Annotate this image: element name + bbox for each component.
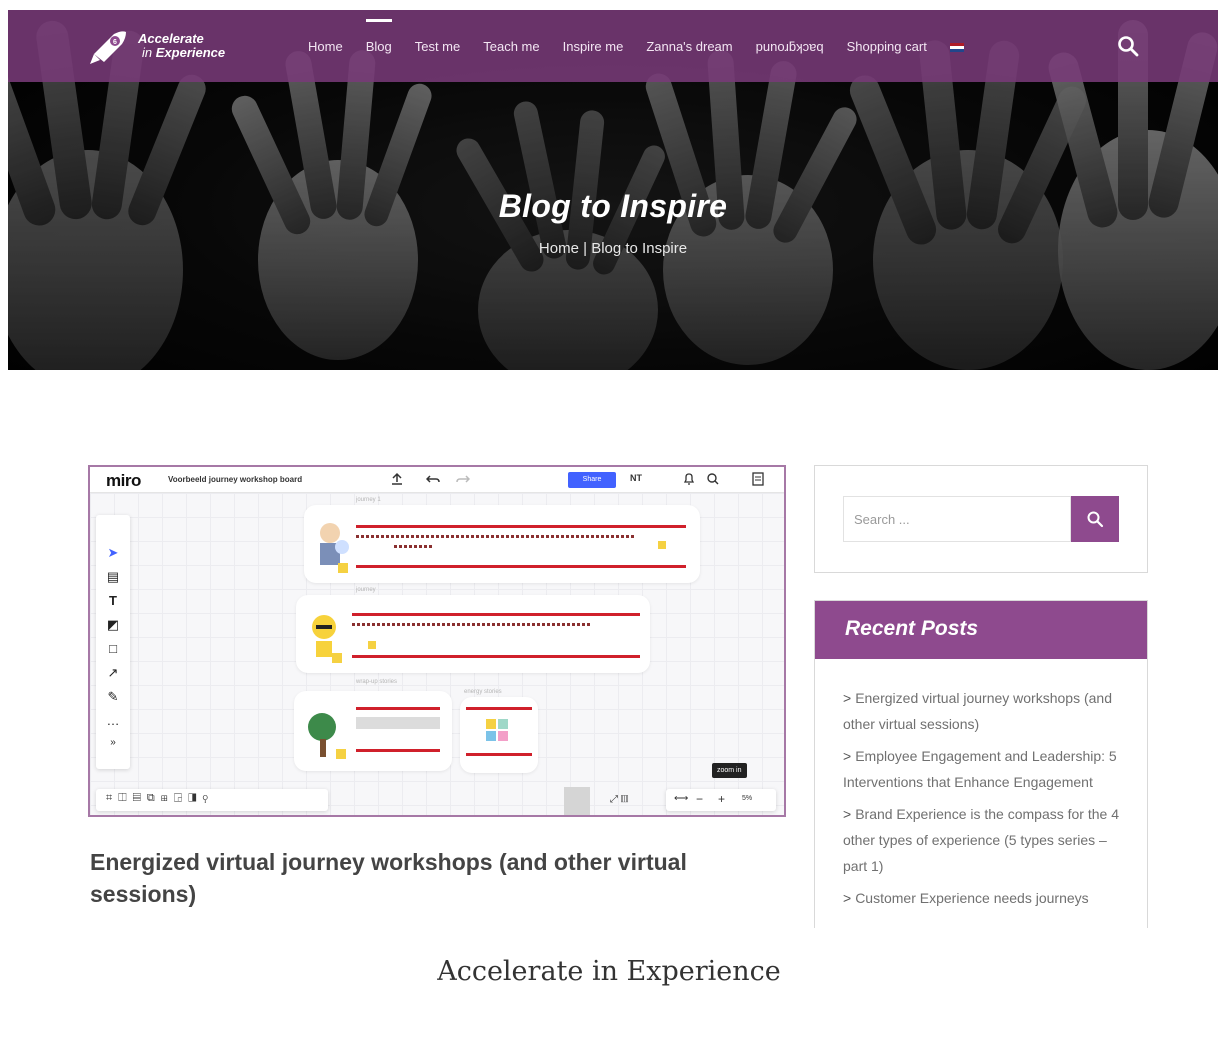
svg-text:6: 6	[113, 39, 117, 46]
miro-logo: miro	[106, 471, 141, 490]
frame-label-3: wrap-up stories	[356, 679, 398, 685]
image-caption: Accelerate in Experience	[437, 956, 781, 987]
site-logo[interactable]: 6 Accelerate in Experience	[88, 24, 248, 68]
text-icon: T	[109, 593, 117, 608]
energy-frame	[460, 697, 538, 773]
recent-post-link[interactable]: > Employee Engagement and Leadership: 5 I…	[843, 743, 1125, 795]
arrow-icon: ↗	[107, 665, 119, 680]
fit-icon: ⟷	[674, 793, 689, 804]
miro-left-toolbar: ➤ ▤ T ◩ □ ↗ ✎ … »	[96, 515, 130, 769]
zoom-in-icon: +	[718, 792, 726, 806]
chevron-right-icon: >	[843, 890, 852, 906]
brand-line-2-word: Experience	[155, 45, 226, 60]
flag-icon[interactable]	[949, 42, 964, 52]
template-icon: ▤	[106, 569, 120, 584]
recent-post-label: Customer Experience needs journeys	[855, 890, 1089, 906]
miro-share-button: Share	[568, 472, 616, 488]
post-title[interactable]: Energized virtual journey workshops (and…	[90, 846, 750, 910]
shape-icon: □	[109, 641, 117, 656]
miro-user-initials: NT	[630, 473, 642, 483]
hand-tool-icon	[564, 787, 590, 815]
journey-frame-2	[296, 595, 650, 673]
nav-item-home[interactable]: Home	[308, 39, 343, 54]
sticky-note-icon: ◩	[106, 617, 120, 632]
rocket-logo-icon: 6	[90, 31, 126, 64]
brand-line-2: in Experience	[138, 46, 225, 60]
bottom-tools-icon: ⌗◫▤⧉⊞◲◨⚲	[106, 792, 214, 804]
wrap-up-frame	[294, 691, 452, 771]
search-widget	[814, 465, 1148, 573]
undo-icon	[426, 475, 440, 483]
recent-post-link[interactable]: > Brand Experience is the compass for the…	[843, 801, 1125, 879]
nav-item-shopping-cart[interactable]: Shopping cart	[847, 39, 927, 54]
breadcrumb-separator: |	[583, 240, 588, 257]
miro-zoom-controls: ⟷ − + 5%	[666, 789, 776, 811]
recent-post-label: Brand Experience is the compass for the …	[843, 806, 1119, 874]
brand-name: Accelerate in Experience	[138, 32, 225, 60]
search-icon	[1087, 511, 1104, 528]
recent-post-label: Energized virtual journey workshops (and…	[843, 690, 1112, 732]
nav-item-zannas-dream[interactable]: Zanna's dream	[646, 39, 732, 54]
page-screenshot: 6 Accelerate in Experience Home Blog Tes…	[8, 10, 1218, 928]
recent-post-link[interactable]: > Energized virtual journey workshops (an…	[843, 685, 1125, 737]
hero-banner: 6 Accelerate in Experience Home Blog Tes…	[8, 10, 1218, 370]
more-tools-icon: …	[106, 713, 120, 728]
recent-posts-title: Recent Posts	[845, 617, 979, 640]
top-navigation-bar: 6 Accelerate in Experience Home Blog Tes…	[8, 10, 1218, 82]
zoom-level: 5%	[742, 795, 753, 802]
breadcrumb-current: Blog to Inspire	[591, 240, 688, 257]
redo-icon	[456, 475, 470, 483]
bell-icon	[683, 473, 695, 485]
post-featured-image[interactable]: miro Voorbeeld journey workshop board Sh…	[88, 465, 786, 817]
brand-line-2-prefix: in	[142, 45, 153, 60]
miro-search-icon	[707, 473, 719, 485]
page-title: Blog to Inspire	[498, 188, 728, 224]
fullscreen-icon: ⤢ ▥	[610, 794, 629, 805]
recent-post-link[interactable]: > Customer Experience needs journeys	[843, 885, 1125, 911]
frame-label-1: journey 1	[356, 497, 381, 503]
chevron-right-icon: >	[843, 748, 852, 764]
search-input[interactable]	[843, 496, 1071, 542]
nav-item-teach-me[interactable]: Teach me	[483, 39, 539, 54]
recent-posts-list: > Energized virtual journey workshops (an…	[843, 685, 1125, 917]
chevron-right-icon: >	[843, 806, 852, 822]
brand-line-1: Accelerate	[138, 31, 204, 46]
breadcrumb: Home | Blog to Inspire	[8, 240, 1218, 257]
search-submit-button[interactable]	[1071, 496, 1119, 542]
journey-frame-1	[304, 505, 700, 583]
frame-label-4: energy stories	[464, 689, 502, 695]
nav-item-background[interactable]: punoɹƃʞɔɐq	[756, 39, 824, 54]
search-icon[interactable]	[1116, 34, 1140, 58]
miro-board-name: Voorbeeld journey workshop board	[168, 475, 303, 484]
upload-icon	[392, 472, 402, 485]
nav-item-blog[interactable]: Blog	[365, 18, 392, 54]
nav-item-test-me[interactable]: Test me	[415, 39, 461, 54]
miro-tooltip: zoom in	[712, 763, 747, 778]
zoom-out-icon: −	[696, 792, 704, 806]
recent-posts-header: Recent Posts	[815, 601, 1147, 659]
main-menu: Home Blog Test me Teach me Inspire me Za…	[308, 10, 987, 82]
miro-toolbar: miro Voorbeeld journey workshop board Sh…	[90, 467, 784, 493]
breadcrumb-home-link[interactable]: Home	[539, 240, 579, 257]
miro-bottom-toolbar: ⌗◫▤⧉⊞◲◨⚲	[96, 789, 328, 811]
frame-label-2: journey	[356, 587, 376, 593]
notes-icon	[752, 472, 764, 486]
cursor-icon: ➤	[107, 545, 119, 560]
recent-posts-widget: Recent Posts > Energized virtual journey …	[814, 600, 1148, 928]
recent-post-label: Employee Engagement and Leadership: 5 In…	[843, 748, 1117, 790]
expand-icon: »	[110, 737, 116, 748]
pen-icon: ✎	[107, 689, 119, 704]
chevron-right-icon: >	[843, 690, 852, 706]
nav-item-inspire-me[interactable]: Inspire me	[563, 39, 624, 54]
